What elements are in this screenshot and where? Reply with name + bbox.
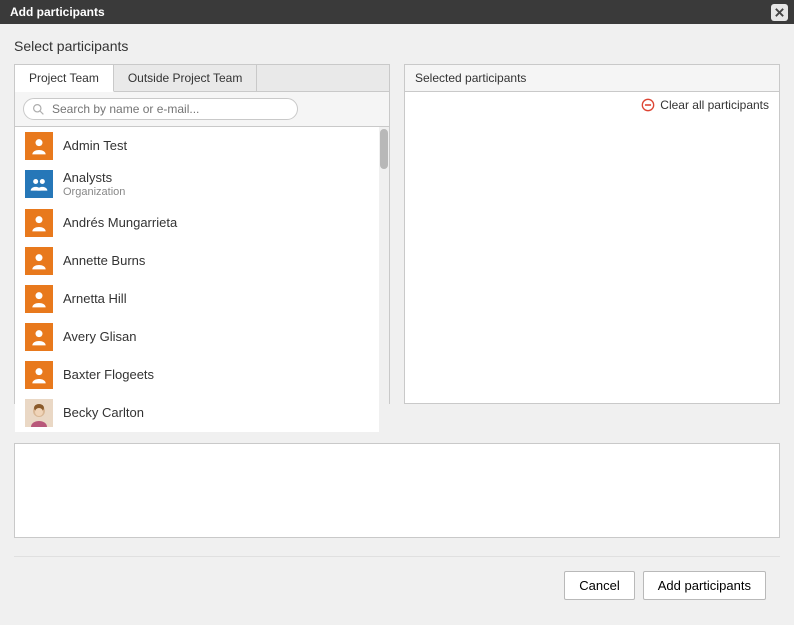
scrollbar-thumb[interactable] xyxy=(380,129,388,169)
participant-subtext: Organization xyxy=(63,186,125,199)
list-item[interactable]: AnalystsOrganization xyxy=(15,165,379,204)
search-input[interactable] xyxy=(50,101,289,117)
section-title: Select participants xyxy=(14,38,780,54)
avatar xyxy=(25,285,53,313)
participant-name: Baxter Flogeets xyxy=(63,367,154,383)
comment-input[interactable] xyxy=(14,443,780,538)
list-item[interactable]: Baxter Flogeets xyxy=(15,356,379,394)
avatar xyxy=(25,209,53,237)
add-participants-button[interactable]: Add participants xyxy=(643,571,766,600)
avatar xyxy=(25,399,53,427)
clear-all-button[interactable]: Clear all participants xyxy=(405,92,779,118)
avatar xyxy=(25,132,53,160)
selected-header: Selected participants xyxy=(405,65,779,92)
participant-list: Admin Test AnalystsOrganization Andrés Mun… xyxy=(15,126,379,432)
list-item[interactable]: Annette Burns xyxy=(15,242,379,280)
footer: Cancel Add participants xyxy=(14,556,780,614)
participant-name: Admin Test xyxy=(63,138,127,154)
clear-all-label: Clear all participants xyxy=(660,98,769,112)
clear-icon xyxy=(641,98,655,112)
list-item[interactable]: Arnetta Hill xyxy=(15,280,379,318)
participant-name: Andrés Mungarrieta xyxy=(63,215,177,231)
participant-name: Avery Glisan xyxy=(63,329,136,345)
participant-name: Analysts xyxy=(63,170,125,186)
tab-project-team[interactable]: Project Team xyxy=(15,65,114,92)
titlebar: Add participants xyxy=(0,0,794,24)
selected-list xyxy=(405,118,779,403)
avatar xyxy=(25,361,53,389)
group-icon xyxy=(25,170,53,198)
avatar xyxy=(25,323,53,351)
available-panel: Project Team Outside Project Team Admin … xyxy=(14,64,390,404)
close-icon xyxy=(774,7,785,18)
close-button[interactable] xyxy=(771,4,788,21)
cancel-button[interactable]: Cancel xyxy=(564,571,634,600)
add-participants-modal: Add participants Select participants Pro… xyxy=(0,0,794,625)
tab-outside-project-team[interactable]: Outside Project Team xyxy=(114,65,258,91)
scrollbar[interactable] xyxy=(379,126,389,432)
participant-name: Annette Burns xyxy=(63,253,145,269)
list-item[interactable]: Avery Glisan xyxy=(15,318,379,356)
participant-name: Becky Carlton xyxy=(63,405,144,421)
selected-panel: Selected participants Clear all particip… xyxy=(404,64,780,404)
list-item[interactable]: Admin Test xyxy=(15,127,379,165)
avatar xyxy=(25,247,53,275)
list-item[interactable]: Becky Carlton xyxy=(15,394,379,432)
participant-name: Arnetta Hill xyxy=(63,291,127,307)
list-item[interactable]: Andrés Mungarrieta xyxy=(15,204,379,242)
modal-title: Add participants xyxy=(10,5,105,19)
tabs: Project Team Outside Project Team xyxy=(15,65,389,92)
search-input-wrap[interactable] xyxy=(23,98,298,120)
search-icon xyxy=(32,103,45,116)
